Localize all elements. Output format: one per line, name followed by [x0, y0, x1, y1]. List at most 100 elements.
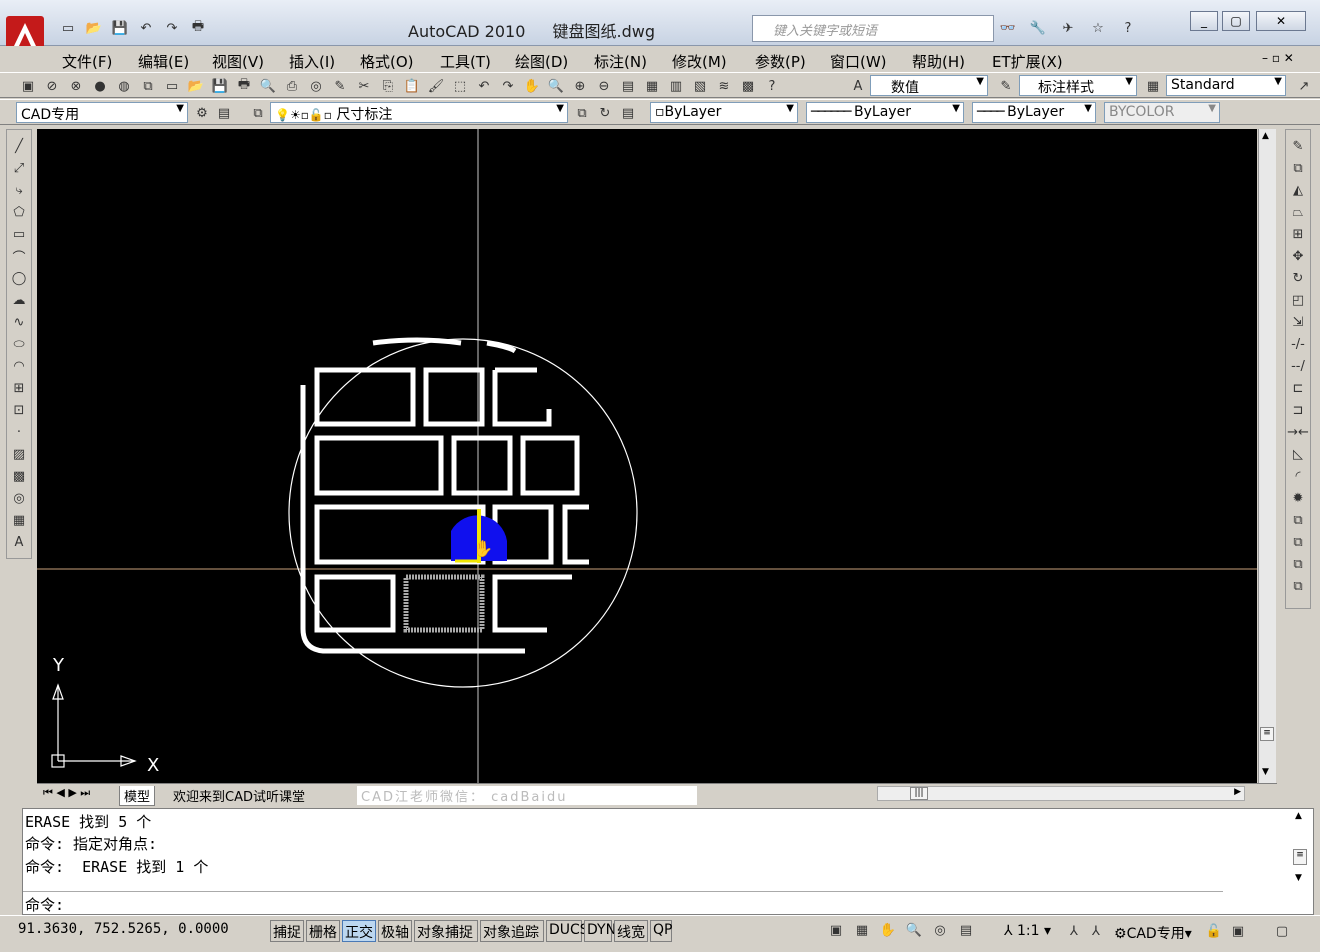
- preview-icon[interactable]: 🔍: [258, 76, 278, 96]
- draworder-front-icon[interactable]: ⧉: [1288, 510, 1308, 530]
- cmd-scroll-up-icon[interactable]: ▲: [1295, 811, 1302, 821]
- menu-insert[interactable]: 插入(I): [289, 51, 335, 72]
- coordinates-readout[interactable]: 91.3630, 752.5265, 0.0000: [18, 921, 229, 937]
- zoom-realtime-icon[interactable]: 🔍: [546, 76, 566, 96]
- menu-modify[interactable]: 修改(M): [672, 51, 727, 72]
- hide-icon[interactable]: ⊘: [42, 76, 62, 96]
- region-icon[interactable]: ◎: [9, 488, 29, 508]
- table-icon[interactable]: ▦: [9, 510, 29, 530]
- ellipse-icon[interactable]: ⬭: [9, 334, 29, 354]
- publish-icon[interactable]: ⎙: [282, 76, 302, 96]
- sheet-set-icon[interactable]: ▧: [690, 76, 710, 96]
- clean-screen-icon[interactable]: ▢: [1272, 921, 1292, 941]
- ellipse-arc-icon[interactable]: ◠: [9, 356, 29, 376]
- satellite-icon[interactable]: ✈: [1058, 18, 1078, 38]
- markup-set-icon[interactable]: ≋: [714, 76, 734, 96]
- mdi-window-controls[interactable]: – ▫ ✕: [1262, 51, 1294, 65]
- break-at-point-icon[interactable]: ⊏: [1288, 378, 1308, 398]
- layer-states-icon[interactable]: ⧉: [138, 76, 158, 96]
- menu-express[interactable]: ET扩展(X): [992, 51, 1063, 72]
- drawing-canvas[interactable]: ✋ Y X: [37, 129, 1257, 783]
- explode-icon[interactable]: ✹: [1288, 488, 1308, 508]
- workspace-select[interactable]: CAD专用 ▼: [16, 102, 188, 123]
- make-block-icon[interactable]: ⊡: [9, 400, 29, 420]
- status-toggle-0[interactable]: 捕捉: [270, 920, 304, 942]
- annotation-scale[interactable]: ⅄ 1:1 ▾: [1004, 923, 1051, 939]
- cmd-scroll-down-icon[interactable]: ▼: [1295, 873, 1302, 883]
- redo-icon[interactable]: ↷: [498, 76, 518, 96]
- showmotion-icon[interactable]: ▤: [956, 920, 976, 940]
- multileader-style-icon[interactable]: ↗: [1294, 76, 1314, 96]
- fillet-icon[interactable]: ◜: [1288, 466, 1308, 486]
- status-toggle-6[interactable]: DUCS: [546, 920, 589, 942]
- scroll-thumb[interactable]: ≡: [1260, 727, 1274, 741]
- layer-previous-icon[interactable]: ↻: [595, 103, 615, 123]
- trim-icon[interactable]: -/-: [1288, 334, 1308, 354]
- render-icon[interactable]: ◍: [114, 76, 134, 96]
- tab-layout[interactable]: 欢迎来到CAD试听课堂: [169, 786, 309, 805]
- status-toggle-9[interactable]: QP: [650, 920, 672, 942]
- status-toggle-5[interactable]: 对象追踪: [480, 920, 544, 942]
- polyline-icon[interactable]: ⤷: [9, 180, 29, 200]
- help-icon[interactable]: ?: [762, 76, 782, 96]
- hscroll-thumb[interactable]: |||: [910, 787, 928, 800]
- quick-view-layouts-icon[interactable]: ▦: [852, 920, 872, 940]
- status-toggle-1[interactable]: 栅格: [306, 920, 340, 942]
- color-select[interactable]: ▫ByLayer ▼: [650, 102, 798, 123]
- join-icon[interactable]: →←: [1287, 422, 1309, 442]
- layer-states-icon[interactable]: ▤: [618, 103, 638, 123]
- chamfer-icon[interactable]: ◺: [1288, 444, 1308, 464]
- point-icon[interactable]: ·: [9, 422, 29, 442]
- keyboard-keys[interactable]: [314, 367, 589, 633]
- status-toggle-3[interactable]: 极轴: [378, 920, 412, 942]
- calculator-icon[interactable]: ▩: [738, 76, 758, 96]
- status-toggle-4[interactable]: 对象捕捉: [414, 920, 478, 942]
- redo-icon[interactable]: ↷: [162, 18, 182, 38]
- extend-icon[interactable]: --/: [1288, 356, 1308, 376]
- maximize-button[interactable]: ▢: [1222, 11, 1250, 31]
- construction-line-icon[interactable]: ⤢: [9, 158, 29, 178]
- lock-icon[interactable]: 🔓: [1204, 921, 1224, 941]
- star-icon[interactable]: ☆: [1088, 18, 1108, 38]
- dim-style-select[interactable]: 标注样式 ▼: [1019, 75, 1137, 96]
- text-style-select[interactable]: 数值 ▼: [870, 75, 988, 96]
- block-editor-icon[interactable]: ⬚: [450, 76, 470, 96]
- match-properties-icon[interactable]: 🖌: [426, 76, 446, 96]
- hatch-icon[interactable]: ▨: [9, 444, 29, 464]
- properties-icon[interactable]: ▤: [618, 76, 638, 96]
- scroll-up-icon[interactable]: ▲: [1262, 131, 1269, 141]
- workspace-switch[interactable]: ⚙CAD专用▾: [1114, 923, 1192, 943]
- status-toggle-8[interactable]: 线宽: [614, 920, 648, 942]
- drawing-svg[interactable]: ✋ Y X: [37, 129, 1257, 783]
- gradient-icon[interactable]: ▩: [9, 466, 29, 486]
- circle-icon[interactable]: ◯: [9, 268, 29, 288]
- scale-icon[interactable]: ◰: [1288, 290, 1308, 310]
- menu-dimension[interactable]: 标注(N): [594, 51, 647, 72]
- break-icon[interactable]: ⊐: [1288, 400, 1308, 420]
- horizontal-scrollbar[interactable]: ||| ▶: [877, 786, 1245, 801]
- erase-icon[interactable]: ✎: [1288, 136, 1308, 156]
- binoculars-icon[interactable]: 👓: [998, 18, 1018, 38]
- plot-icon[interactable]: 🖶: [234, 76, 254, 96]
- save-icon[interactable]: 💾: [110, 18, 130, 38]
- wireframe-icon[interactable]: ⊗: [66, 76, 86, 96]
- print-icon[interactable]: 🖶: [188, 18, 208, 38]
- status-toggle-7[interactable]: DYN: [584, 920, 616, 942]
- vertical-scrollbar[interactable]: ▲ ≡ ▼: [1258, 129, 1276, 783]
- page-icon[interactable]: ▣: [18, 76, 38, 96]
- lineweight-select[interactable]: ──── ByLayer ▼: [972, 102, 1096, 123]
- menu-view[interactable]: 视图(V): [212, 51, 264, 72]
- scroll-down-icon[interactable]: ▼: [1262, 767, 1269, 777]
- magnifier-circle[interactable]: [288, 338, 638, 688]
- menu-window[interactable]: 窗口(W): [830, 51, 887, 72]
- tab-nav-first-icon[interactable]: ⏮ ◀ ▶ ⏭: [39, 786, 94, 800]
- help-icon[interactable]: ?: [1118, 18, 1138, 38]
- pan-status-icon[interactable]: ✋: [878, 920, 898, 940]
- paste-icon[interactable]: 📋: [402, 76, 422, 96]
- undo-icon[interactable]: ↶: [474, 76, 494, 96]
- close-button[interactable]: ✕: [1256, 11, 1306, 31]
- auto-scale-icon[interactable]: ⅄: [1086, 921, 1106, 941]
- cmd-scroll-thumb[interactable]: ≡: [1293, 849, 1307, 865]
- plotstyle-select[interactable]: BYCOLOR ▼: [1104, 102, 1220, 123]
- menu-parametric[interactable]: 参数(P): [755, 51, 806, 72]
